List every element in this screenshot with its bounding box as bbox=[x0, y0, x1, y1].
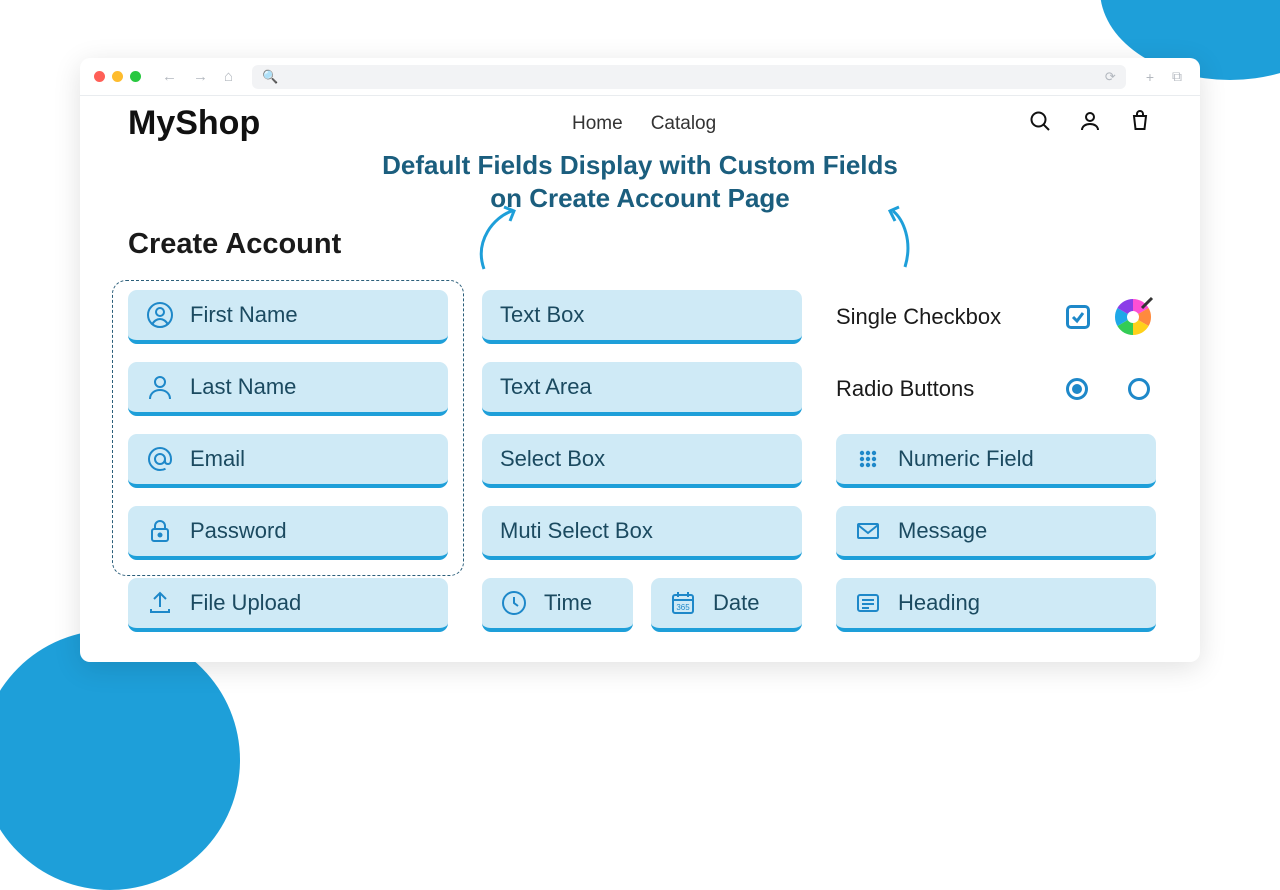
field-text-area[interactable]: Text Area bbox=[482, 362, 802, 416]
decorative-blob bbox=[0, 630, 240, 890]
field-label: Radio Buttons bbox=[836, 376, 974, 402]
field-last-name[interactable]: Last Name bbox=[128, 362, 448, 416]
headline-line2: on Create Account Page bbox=[80, 182, 1200, 215]
search-icon: 🔍 bbox=[262, 69, 278, 85]
field-label: Time bbox=[544, 590, 592, 616]
clock-icon bbox=[500, 589, 528, 617]
account-icon[interactable] bbox=[1078, 109, 1102, 138]
field-email[interactable]: Email bbox=[128, 434, 448, 488]
logo[interactable]: MyShop bbox=[128, 104, 260, 143]
close-icon[interactable] bbox=[94, 71, 105, 82]
search-icon[interactable] bbox=[1028, 109, 1052, 138]
field-label: Message bbox=[898, 518, 987, 544]
forward-icon[interactable]: → bbox=[190, 68, 211, 85]
headline-line1: Default Fields Display with Custom Field… bbox=[80, 149, 1200, 182]
field-date[interactable]: 365 Date bbox=[651, 578, 802, 632]
fields-grid: First Name Last Name Email Password File… bbox=[128, 290, 1152, 632]
radio-group bbox=[1066, 378, 1154, 400]
calendar-icon: 365 bbox=[669, 589, 697, 617]
field-first-name[interactable]: First Name bbox=[128, 290, 448, 344]
field-label: Heading bbox=[898, 590, 980, 616]
column-default: First Name Last Name Email Password File… bbox=[128, 290, 448, 632]
field-label: Text Area bbox=[500, 374, 592, 400]
upload-icon bbox=[146, 589, 174, 617]
column-right: Single Checkbox bbox=[836, 290, 1156, 632]
home-icon[interactable]: ⌂ bbox=[221, 68, 236, 85]
color-wheel-icon[interactable] bbox=[1112, 296, 1154, 338]
nav-catalog[interactable]: Catalog bbox=[651, 113, 717, 135]
user-circle-icon bbox=[146, 301, 174, 329]
headline: Default Fields Display with Custom Field… bbox=[80, 149, 1200, 214]
radio-unselected-icon[interactable] bbox=[1128, 378, 1150, 400]
field-radio-buttons[interactable]: Radio Buttons bbox=[836, 362, 1156, 416]
field-label: Date bbox=[713, 590, 759, 616]
back-icon[interactable]: ← bbox=[159, 68, 180, 85]
field-multi-select[interactable]: Muti Select Box bbox=[482, 506, 802, 560]
field-label: Select Box bbox=[500, 446, 605, 472]
field-file-upload[interactable]: File Upload bbox=[128, 578, 448, 632]
field-label: Muti Select Box bbox=[500, 518, 653, 544]
field-label: First Name bbox=[190, 302, 298, 328]
checkbox-icon[interactable] bbox=[1066, 305, 1090, 329]
radio-selected-icon[interactable] bbox=[1066, 378, 1088, 400]
field-label: Last Name bbox=[190, 374, 296, 400]
arrow-left-icon bbox=[478, 205, 522, 271]
field-label: Text Box bbox=[500, 302, 584, 328]
field-message[interactable]: Message bbox=[836, 506, 1156, 560]
svg-text:365: 365 bbox=[676, 603, 690, 612]
user-icon bbox=[146, 373, 174, 401]
nav-home[interactable]: Home bbox=[572, 113, 623, 135]
site-header: MyShop Home Catalog bbox=[80, 96, 1200, 143]
arrow-right-icon bbox=[885, 205, 913, 269]
row-time-date: Time 365 Date bbox=[482, 578, 802, 632]
page-title: Create Account bbox=[128, 228, 341, 261]
window-controls[interactable] bbox=[94, 71, 141, 82]
titlebar: ← → ⌂ 🔍 ⟳ + ⧉ bbox=[80, 58, 1200, 96]
field-label: Numeric Field bbox=[898, 446, 1034, 472]
header-icons bbox=[1028, 109, 1152, 138]
cart-icon[interactable] bbox=[1128, 109, 1152, 138]
field-password[interactable]: Password bbox=[128, 506, 448, 560]
new-tab-icon[interactable]: + bbox=[1142, 69, 1158, 85]
field-label: File Upload bbox=[190, 590, 301, 616]
field-text-box[interactable]: Text Box bbox=[482, 290, 802, 344]
maximize-icon[interactable] bbox=[130, 71, 141, 82]
browser-window: ← → ⌂ 🔍 ⟳ + ⧉ MyShop Home Catalog Defaul… bbox=[80, 58, 1200, 662]
text-block-icon bbox=[854, 589, 882, 617]
keypad-icon bbox=[854, 445, 882, 473]
field-numeric[interactable]: Numeric Field bbox=[836, 434, 1156, 488]
at-icon bbox=[146, 445, 174, 473]
field-select-box[interactable]: Select Box bbox=[482, 434, 802, 488]
field-label: Email bbox=[190, 446, 245, 472]
field-time[interactable]: Time bbox=[482, 578, 633, 632]
envelope-icon bbox=[854, 517, 882, 545]
field-label: Password bbox=[190, 518, 287, 544]
lock-icon bbox=[146, 517, 174, 545]
minimize-icon[interactable] bbox=[112, 71, 123, 82]
tabs-icon[interactable]: ⧉ bbox=[1168, 68, 1186, 85]
address-bar[interactable]: 🔍 ⟳ bbox=[252, 65, 1126, 89]
field-single-checkbox[interactable]: Single Checkbox bbox=[836, 290, 1156, 344]
main-nav: Home Catalog bbox=[572, 113, 716, 135]
field-heading[interactable]: Heading bbox=[836, 578, 1156, 632]
column-center: Text Box Text Area Select Box Muti Selec… bbox=[482, 290, 802, 632]
field-label: Single Checkbox bbox=[836, 304, 1001, 330]
reload-icon[interactable]: ⟳ bbox=[1105, 69, 1116, 85]
